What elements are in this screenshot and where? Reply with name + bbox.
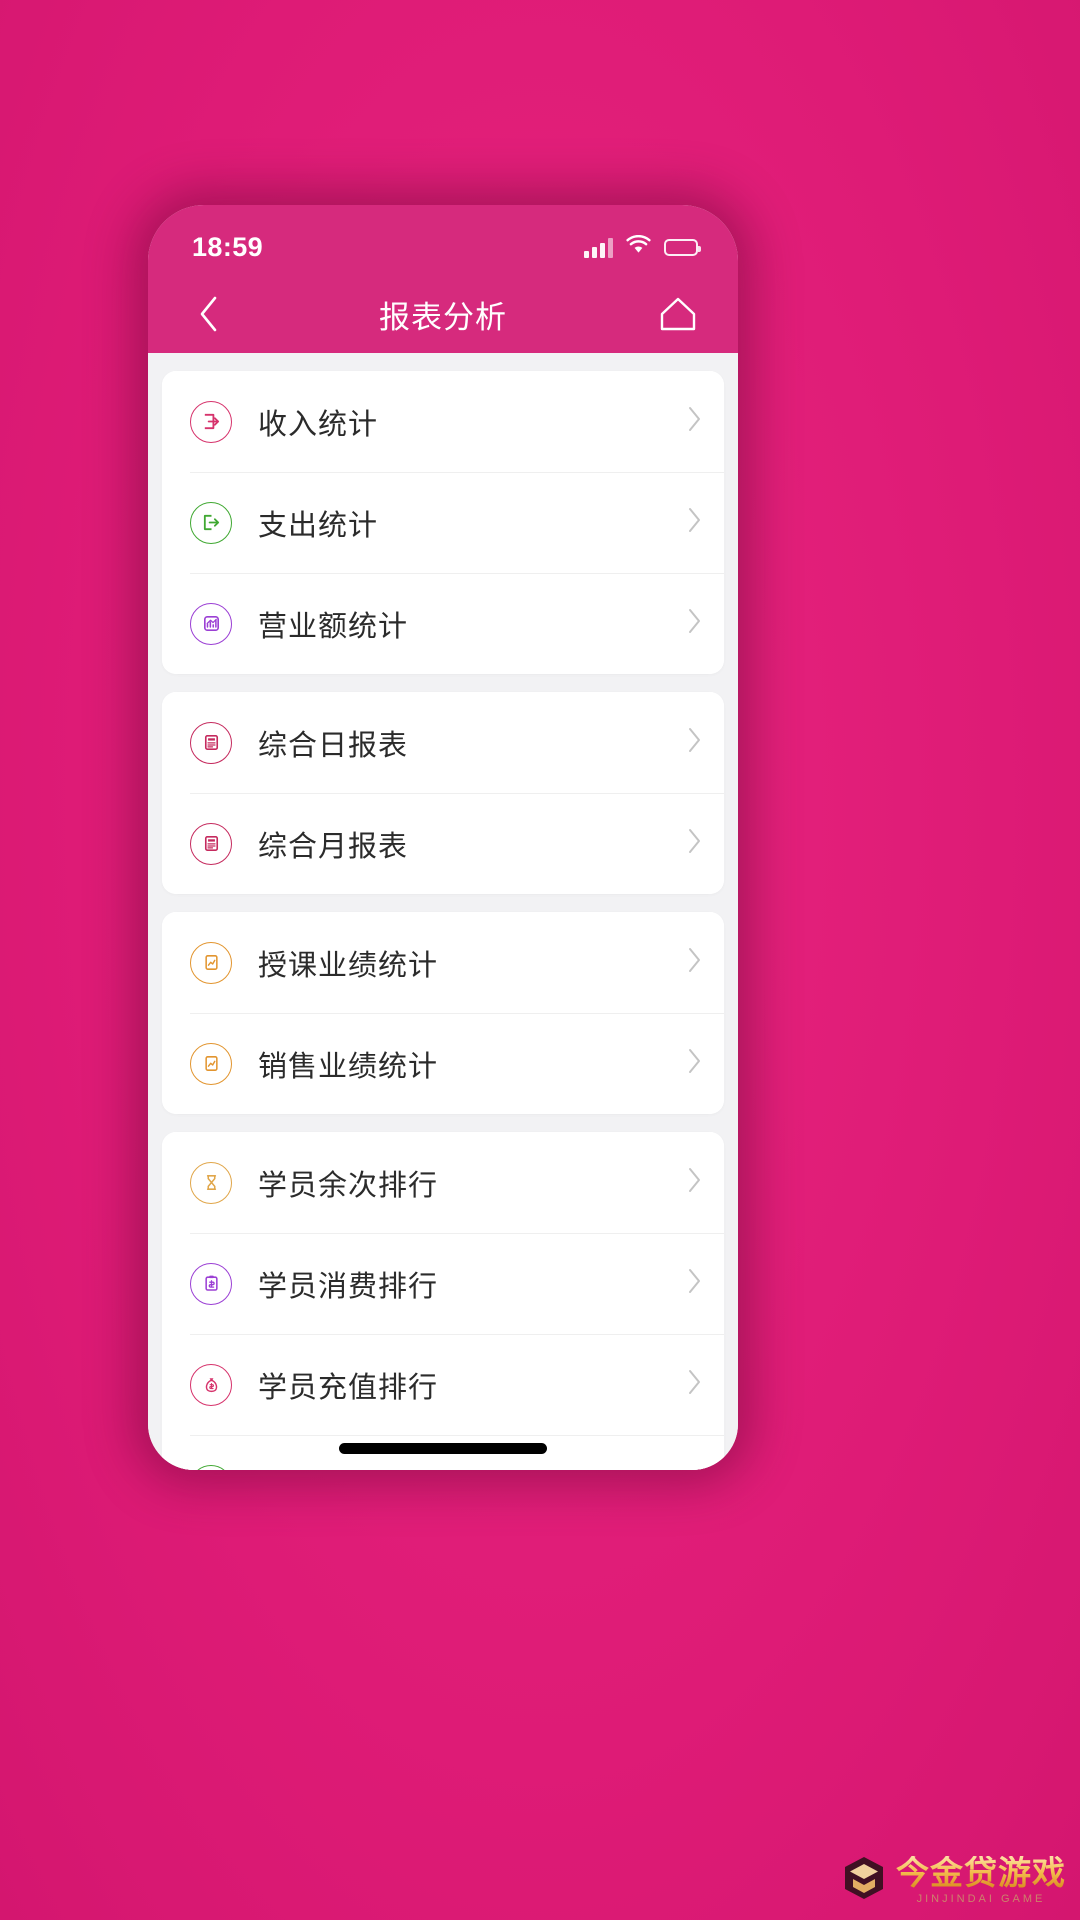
- wifi-icon: [626, 234, 651, 259]
- status-icon-group: [584, 234, 701, 259]
- chevron-right-icon: [686, 1267, 702, 1300]
- list-item-teaching-performance[interactable]: 授课业绩统计: [162, 912, 724, 1013]
- list-item-label: 学员充值排行: [258, 1371, 439, 1404]
- list-item-sales-performance[interactable]: 销售业绩统计: [162, 1013, 724, 1114]
- chevron-right-icon: [686, 1469, 702, 1470]
- income-login-icon: [190, 400, 232, 443]
- hourglass-icon: [190, 1161, 232, 1204]
- card-group-reports: 综合日报表 综合月报表: [162, 692, 724, 894]
- chevron-right-icon: [686, 506, 702, 539]
- home-button[interactable]: [652, 288, 704, 340]
- expense-logout-icon: [190, 501, 232, 544]
- list-item-label: 学员消费排行: [258, 1270, 439, 1303]
- list-item-daily-report[interactable]: 综合日报表: [162, 692, 724, 793]
- chevron-right-icon: [686, 1166, 702, 1199]
- back-button[interactable]: [182, 288, 234, 340]
- chevron-right-icon: [686, 1368, 702, 1401]
- list-item-income-statistics[interactable]: 收入统计: [162, 371, 724, 472]
- watermark-sub-text: JINJINDAI GAME: [916, 1893, 1046, 1905]
- list-item-student-remaining-sessions[interactable]: 学员余次排行: [162, 1132, 724, 1233]
- list-item-expense-statistics[interactable]: 支出统计: [162, 472, 724, 573]
- list-item-student-topup[interactable]: 学员充值排行: [162, 1334, 724, 1435]
- list-item-label: 支出统计: [258, 509, 379, 542]
- card-group-statistics: 收入统计 支出统计 营业额统计: [162, 371, 724, 674]
- list-item-student-consumption[interactable]: 学员消费排行: [162, 1233, 724, 1334]
- home-indicator[interactable]: [339, 1443, 547, 1454]
- chevron-right-icon: [686, 405, 702, 438]
- list-item-label: 学员余次排行: [258, 1169, 439, 1202]
- chevron-right-icon: [686, 607, 702, 640]
- home-icon: [660, 297, 696, 331]
- watermark: 今金贷游戏 JINJINDAI GAME: [842, 1855, 1066, 1906]
- clipboard-money-icon: [190, 1262, 232, 1305]
- daily-report-icon: [190, 721, 232, 764]
- teaching-performance-icon: [190, 941, 232, 984]
- chevron-right-icon: [686, 1047, 702, 1080]
- wallet-icon: [190, 1464, 232, 1470]
- list-item-label: 综合月报表: [258, 830, 409, 863]
- list-item-label: 收入统计: [258, 408, 379, 441]
- list-item-label: 授课业绩统计: [258, 949, 439, 982]
- list-item-label: 学员余额排行: [258, 1465, 438, 1471]
- money-bag-icon: [190, 1363, 232, 1406]
- nav-bar: 报表分析: [148, 275, 738, 353]
- list-item-monthly-report[interactable]: 综合月报表: [162, 793, 724, 894]
- list-item-label: 销售业绩统计: [258, 1050, 439, 1083]
- list-item-label: 营业额统计: [258, 610, 409, 643]
- phone-screen: 18:59 报表分析 收入统计 支出统计 营业额统计 综合日报表 综合月报表 授…: [148, 205, 738, 1470]
- status-bar: 18:59: [148, 205, 738, 275]
- sales-performance-icon: [190, 1042, 232, 1085]
- watermark-text: 今金贷游戏 JINJINDAI GAME: [896, 1856, 1066, 1905]
- page-title: 报表分析: [379, 299, 507, 335]
- monthly-report-icon: [190, 822, 232, 865]
- chevron-right-icon: [686, 946, 702, 979]
- battery-icon: [664, 238, 701, 256]
- watermark-main-text: 今金贷游戏: [896, 1854, 1066, 1891]
- status-time: 18:59: [192, 231, 264, 262]
- list-item-turnover-statistics[interactable]: 营业额统计: [162, 573, 724, 674]
- hexagon-logo-icon: [842, 1855, 886, 1906]
- report-list-scroll[interactable]: 收入统计 支出统计 营业额统计 综合日报表 综合月报表 授课业绩统计 销售业绩统…: [148, 353, 738, 1470]
- card-group-student-rankings: 学员余次排行 学员消费排行 学员充值排行: [162, 1132, 724, 1470]
- card-group-performance: 授课业绩统计 销售业绩统计: [162, 912, 724, 1114]
- chevron-right-icon: [686, 726, 702, 759]
- list-item-label: 综合日报表: [258, 729, 409, 762]
- chevron-right-icon: [686, 827, 702, 860]
- signal-bars-icon: [584, 237, 613, 258]
- turnover-chart-icon: [190, 602, 232, 645]
- chevron-left-icon: [200, 296, 217, 332]
